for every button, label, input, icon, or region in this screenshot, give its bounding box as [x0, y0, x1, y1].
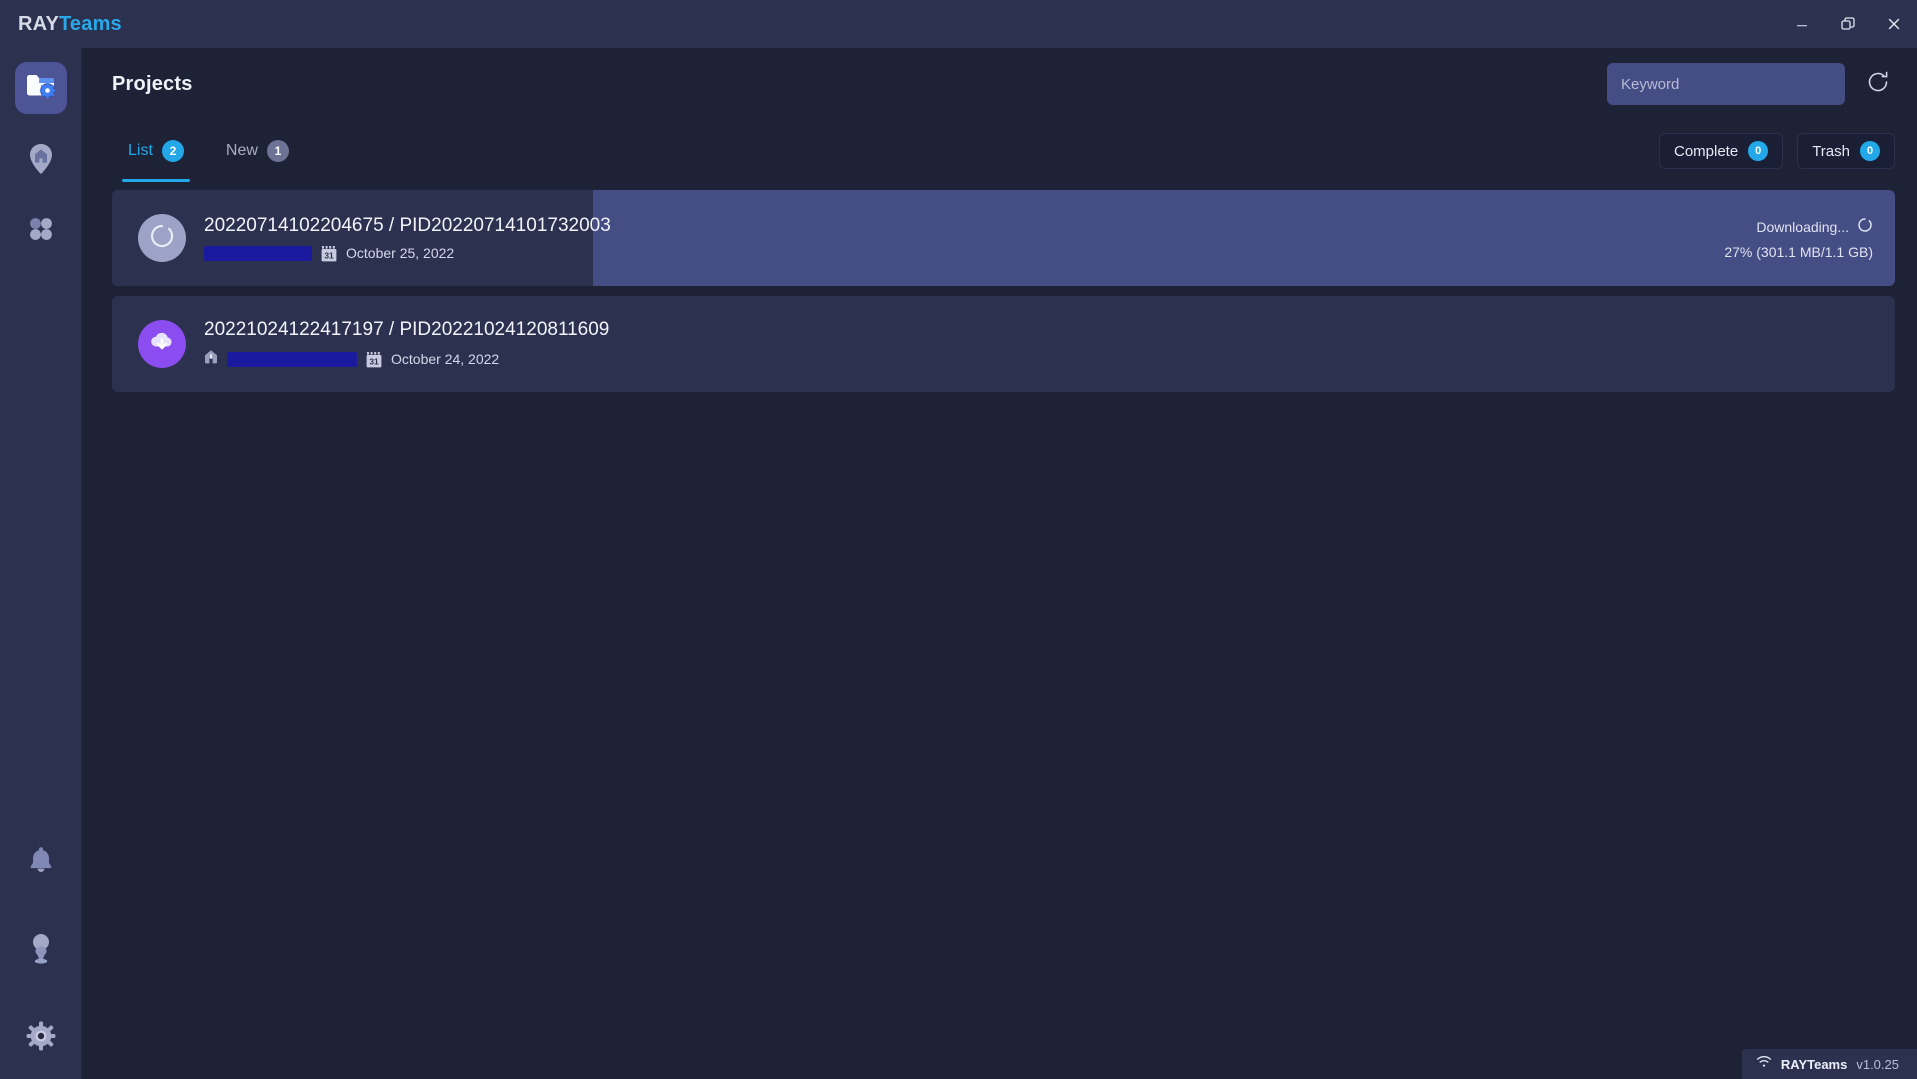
loading-spinner-icon — [1857, 217, 1873, 238]
logo-teams-text: Teams — [59, 12, 122, 35]
trash-button-count: 0 — [1860, 141, 1880, 161]
tab-list-count: 2 — [161, 140, 184, 162]
restore-button[interactable] — [1825, 0, 1871, 48]
gear-icon — [26, 1021, 56, 1056]
status-bar: RAYTeams v1.0.25 — [1741, 1049, 1917, 1079]
refresh-button[interactable] — [1861, 67, 1895, 101]
redacted-owner-name — [227, 351, 357, 367]
table-row[interactable]: 20221024122417197 / PID20221024120811609 — [112, 296, 1895, 392]
project-tabs: List 2 New 1 — [112, 120, 305, 182]
complete-button-count: 0 — [1748, 141, 1769, 161]
grid-dots-icon — [27, 215, 55, 248]
tab-new-label: New — [225, 142, 258, 159]
complete-button[interactable]: Complete 0 — [1659, 133, 1784, 169]
bell-icon — [27, 845, 55, 880]
main-content: Projects Lis — [82, 48, 1917, 1079]
page-title: Projects — [112, 72, 193, 95]
minimize-button[interactable] — [1779, 0, 1825, 48]
avatar — [138, 320, 186, 368]
svg-text:31: 31 — [324, 250, 334, 260]
user-icon — [27, 932, 55, 969]
sidebar — [0, 48, 82, 1079]
window-body: Projects Lis — [0, 48, 1917, 1079]
folder-gear-icon — [25, 72, 57, 105]
list-actions: Complete 0 Trash 0 — [1659, 133, 1895, 169]
download-status-text: Downloading... — [1756, 219, 1849, 235]
avatar — [138, 214, 186, 262]
tab-list[interactable]: List 2 — [112, 120, 200, 182]
app-logo: RAYTeams — [0, 13, 122, 36]
calendar-icon: 31 — [321, 245, 337, 262]
search-input[interactable] — [1607, 63, 1845, 105]
row-texts: 20220714102204675 / PID20220714101732003 — [204, 215, 611, 262]
project-meta: 31 October 24, 2022 — [204, 349, 609, 369]
cloud-download-icon — [148, 328, 176, 361]
complete-button-label: Complete — [1674, 142, 1739, 160]
trash-button[interactable]: Trash 0 — [1797, 133, 1895, 169]
tab-new-count: 1 — [266, 140, 289, 162]
project-date: October 25, 2022 — [346, 245, 455, 261]
sidebar-top-group — [14, 62, 67, 254]
wifi-icon — [1756, 1055, 1772, 1073]
project-list: 20220714102204675 / PID20220714101732003 — [82, 182, 1917, 392]
svg-text:31: 31 — [369, 356, 379, 366]
project-status: Downloading... 27% (301.1 MB/1.1 GB) — [1724, 217, 1873, 260]
refresh-icon — [1865, 69, 1891, 100]
logo-ray-text: RAY — [18, 12, 59, 35]
sidebar-item-notifications[interactable] — [18, 839, 64, 885]
status-app-name: RAYTeams — [1780, 1056, 1848, 1072]
close-button[interactable] — [1871, 0, 1917, 48]
window-controls — [1779, 0, 1917, 48]
sidebar-item-apps[interactable] — [18, 208, 64, 254]
status-version: v1.0.25 — [1856, 1056, 1899, 1072]
title-bar: RAYTeams — [0, 0, 1917, 48]
sidebar-item-location[interactable] — [18, 138, 64, 184]
app-window: RAYTeams Projects Keyword List 2 New 1 C… — [0, 0, 1917, 1079]
sidebar-bottom-group — [18, 839, 64, 1061]
tab-list-label: List — [128, 142, 153, 159]
project-title: 20221024122417197 / PID20221024120811609 — [204, 319, 610, 340]
project-date: October 24, 2022 — [391, 351, 500, 367]
sidebar-item-account[interactable] — [18, 927, 64, 973]
content-header: Projects — [82, 48, 1917, 120]
calendar-icon: 31 — [366, 351, 382, 368]
spinner-icon — [148, 222, 176, 255]
download-progress-text: 27% (301.1 MB/1.1 GB) — [1724, 243, 1873, 260]
redacted-owner-name — [204, 245, 312, 261]
home-icon — [204, 349, 218, 369]
sidebar-item-projects[interactable] — [14, 62, 67, 114]
header-actions — [1607, 63, 1895, 105]
tab-new[interactable]: New 1 — [210, 120, 305, 182]
table-row[interactable]: 20220714102204675 / PID20220714101732003 — [112, 190, 1895, 286]
tab-row: List 2 New 1 Complete 0 Trash 0 — [82, 120, 1917, 182]
project-meta: 31 October 25, 2022 — [204, 245, 611, 262]
sidebar-item-settings[interactable] — [18, 1015, 64, 1061]
row-texts: 20221024122417197 / PID20221024120811609 — [204, 319, 609, 369]
project-title: 20220714102204675 / PID20220714101732003 — [204, 214, 611, 236]
trash-button-label: Trash — [1812, 142, 1850, 160]
map-pin-home-icon — [26, 142, 56, 181]
